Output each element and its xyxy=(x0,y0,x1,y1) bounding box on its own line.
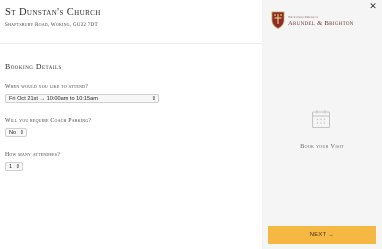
coach-parking-select[interactable]: No ⇕ xyxy=(5,128,27,137)
church-name: St Dunstan's Church xyxy=(5,7,101,18)
attendees-value: 1 xyxy=(9,163,13,170)
attendees-label: How many attendees? xyxy=(5,152,61,158)
summary-sidebar: The Catholic Diocese of Arundel & Bright… xyxy=(262,0,382,249)
diocese-name: Arundel & Brighton xyxy=(288,20,354,27)
coach-parking-value: No xyxy=(9,129,17,136)
close-icon[interactable]: ✕ xyxy=(368,2,378,12)
next-button[interactable]: NEXT → xyxy=(268,226,376,244)
attend-date-label: When would you like to attend? xyxy=(5,84,88,90)
booking-form-panel: St Dunstan's Church Shaftsbury Road, Wok… xyxy=(0,0,262,249)
coach-parking-label: Will you require Coach Parking? xyxy=(5,118,92,124)
booking-details-heading: Booking Details xyxy=(5,62,62,71)
attend-date-value: Fri Oct 21st → 10:00am to 10:15am xyxy=(9,95,98,102)
header-divider xyxy=(0,43,262,44)
booking-modal: St Dunstan's Church Shaftsbury Road, Wok… xyxy=(0,0,382,249)
attend-date-select[interactable]: Fri Oct 21st → 10:00am to 10:15am ⇕ xyxy=(5,94,159,103)
church-address: Shaftsbury Road, Woking, GU22 7DT xyxy=(5,22,98,28)
attendees-select[interactable]: 1 ⇕ xyxy=(5,162,23,171)
calendar-icon xyxy=(312,110,330,128)
diocese-prefix: The Catholic Diocese of xyxy=(288,15,319,19)
diocese-crest-logo xyxy=(271,11,285,29)
select-caret-icon: ⇕ xyxy=(15,163,20,170)
select-caret-icon: ⇕ xyxy=(19,129,24,136)
select-caret-icon: ⇕ xyxy=(151,95,156,102)
book-visit-label: Book your Visit xyxy=(300,143,344,150)
